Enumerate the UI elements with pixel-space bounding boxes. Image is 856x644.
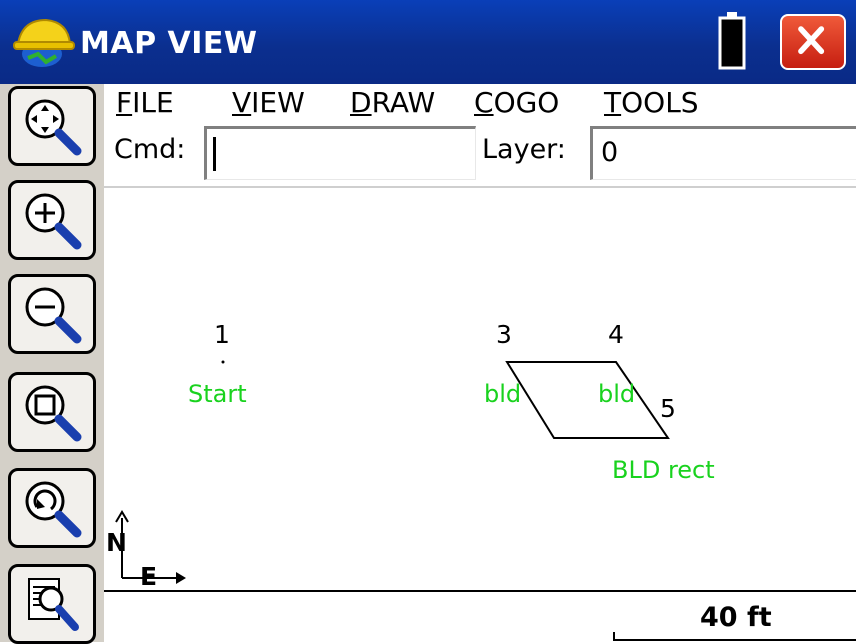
menu-view-hotkey: V: [232, 86, 252, 119]
title-bar: MAP VIEW: [0, 0, 856, 84]
close-icon: [798, 26, 825, 55]
map-canvas[interactable]: 1 Start 3 bld 4 bld 5 BLD rect N E: [104, 186, 856, 592]
zoom-toolbar: [0, 84, 104, 644]
building-outline: [505, 361, 670, 439]
zoom-properties-icon: [28, 578, 79, 631]
point-label-3: 3: [496, 320, 512, 349]
menu-file-label: ILE: [132, 86, 174, 119]
point-label-5: 5: [660, 394, 676, 423]
command-label: Cmd:: [114, 134, 186, 165]
menu-draw-hotkey: D: [350, 86, 372, 119]
zoom-properties-button[interactable]: [8, 564, 96, 644]
zoom-extents-button[interactable]: [8, 86, 96, 166]
scale-bar: 40 ft: [104, 590, 856, 644]
point-desc-1: Start: [188, 380, 247, 408]
menu-cogo-hotkey: C: [474, 86, 494, 119]
layer-value: 0: [601, 137, 619, 168]
menu-file-hotkey: F: [116, 86, 133, 119]
command-row: Cmd: Layer: 0: [104, 120, 856, 184]
point-label-1: 1: [214, 320, 230, 349]
menu-view-label: IEW: [251, 86, 305, 119]
menu-tools-label: OOLS: [621, 86, 699, 119]
east-label: E: [140, 562, 158, 591]
menu-file[interactable]: FILE: [116, 86, 174, 119]
menu-tools[interactable]: TOOLS: [604, 86, 699, 119]
point-label-4: 4: [608, 320, 624, 349]
zoom-window-button[interactable]: [8, 372, 96, 452]
zoom-out-icon: [25, 287, 82, 344]
close-button[interactable]: [780, 14, 846, 70]
menu-cogo-label: OGO: [493, 86, 560, 119]
zoom-in-button[interactable]: [8, 180, 96, 260]
menu-draw[interactable]: DRAW: [350, 86, 435, 119]
command-input[interactable]: [204, 126, 476, 180]
zoom-window-icon: [25, 385, 82, 442]
scale-label: 40 ft: [700, 602, 772, 633]
window-title: MAP VIEW: [80, 26, 258, 61]
zoom-extents-icon: [25, 99, 82, 156]
app-logo-icon: [13, 18, 75, 67]
zoom-previous-icon: [25, 481, 82, 538]
point-desc-3: bld: [484, 380, 522, 408]
menu-bar: FILE VIEW DRAW COGO TOOLS: [104, 84, 856, 120]
zoom-in-icon: [25, 193, 82, 250]
north-label: N: [106, 528, 127, 557]
point-desc-5: BLD rect: [612, 456, 715, 484]
text-cursor: [213, 137, 216, 171]
menu-draw-label: RAW: [371, 86, 436, 119]
layer-input[interactable]: 0: [590, 126, 856, 180]
menu-cogo[interactable]: COGO: [474, 86, 559, 119]
zoom-out-button[interactable]: [8, 274, 96, 354]
menu-view[interactable]: VIEW: [232, 86, 305, 119]
menu-tools-hotkey: T: [604, 86, 622, 119]
point-1-marker: [221, 360, 225, 364]
point-desc-4: bld: [598, 380, 636, 408]
battery-icon: [718, 12, 746, 70]
layer-label: Layer:: [482, 134, 566, 165]
zoom-previous-button[interactable]: [8, 468, 96, 548]
